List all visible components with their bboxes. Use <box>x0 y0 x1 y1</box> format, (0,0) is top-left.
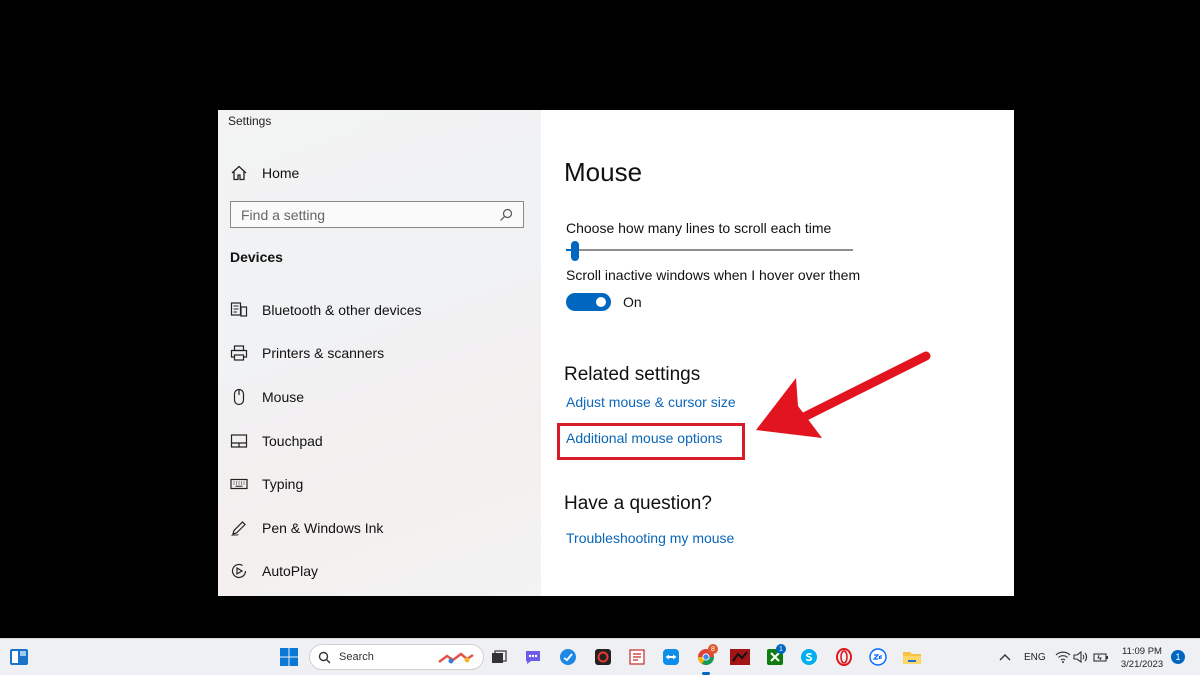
slider-thumb[interactable] <box>571 241 579 261</box>
sidebar-item-pen[interactable]: Pen & Windows Ink <box>218 506 541 550</box>
autoplay-icon <box>231 564 247 579</box>
scroll-lines-slider[interactable] <box>566 241 853 261</box>
sidebar-item-typing[interactable]: Typing <box>218 462 541 506</box>
search-input[interactable] <box>241 206 499 223</box>
app-blue-circle-icon[interactable] <box>557 646 579 668</box>
touchpad-icon <box>230 433 248 448</box>
teamviewer-icon[interactable] <box>660 646 682 668</box>
sidebar-item-label: Mouse <box>262 388 305 405</box>
pen-icon <box>231 520 246 536</box>
clock-date: 3/21/2023 <box>1120 659 1164 670</box>
sidebar-item-label: Typing <box>262 476 304 493</box>
home-nav-item[interactable]: Home <box>230 162 299 184</box>
chevron-up-icon[interactable] <box>994 646 1016 668</box>
bluetooth-devices-icon <box>230 302 248 317</box>
app-document-icon[interactable] <box>626 646 648 668</box>
app-recorder-icon[interactable] <box>592 646 614 668</box>
task-view-icon[interactable] <box>488 646 510 668</box>
volume-icon[interactable] <box>1070 646 1092 668</box>
mouse-icon <box>233 388 245 406</box>
xbox-badge: 1 <box>776 644 786 654</box>
sidebar-item-label: AutoPlay <box>262 563 319 580</box>
battery-icon[interactable] <box>1090 646 1112 668</box>
slider-track <box>566 249 853 251</box>
printer-icon <box>230 345 248 361</box>
zalo-icon[interactable] <box>867 646 889 668</box>
adjust-mouse-cursor-link[interactable]: Adjust mouse & cursor size <box>566 394 736 410</box>
sidebar-nav: Bluetooth & other devices Printers & sca… <box>218 288 541 593</box>
sidebar: Settings Home Devices Bluetooth & other … <box>218 110 541 596</box>
highlight-box <box>557 423 745 460</box>
toggle-state-label: On <box>623 294 642 310</box>
clock-time: 11:09 PM <box>1122 646 1162 657</box>
home-icon <box>231 165 247 181</box>
taskbar: Search 8 1 ENG 11:09 PM 3/21/2023 1 <box>0 638 1200 675</box>
sidebar-item-bluetooth[interactable]: Bluetooth & other devices <box>218 288 541 332</box>
notification-badge[interactable]: 1 <box>1171 650 1185 664</box>
sidebar-item-touchpad[interactable]: Touchpad <box>218 419 541 463</box>
sidebar-item-printers[interactable]: Printers & scanners <box>218 332 541 376</box>
section-title: Devices <box>230 249 283 265</box>
red-arrow-annotation <box>756 351 931 438</box>
search-icon <box>318 651 331 663</box>
skype-icon[interactable] <box>798 646 820 668</box>
sidebar-item-label: Touchpad <box>262 432 323 449</box>
window-title: Settings <box>228 114 272 128</box>
page-title: Mouse <box>564 157 643 187</box>
troubleshooting-link[interactable]: Troubleshooting my mouse <box>566 530 734 546</box>
file-explorer-icon[interactable] <box>901 646 923 668</box>
taskbar-clock[interactable]: 11:09 PM 3/21/2023 <box>1113 645 1171 671</box>
taskbar-search-label: Search <box>339 651 374 663</box>
scroll-inactive-toggle[interactable] <box>566 293 611 311</box>
taskbar-search[interactable]: Search <box>309 644 484 670</box>
related-settings-heading: Related settings <box>564 364 701 385</box>
start-icon[interactable] <box>278 646 300 668</box>
home-label: Home <box>262 165 300 181</box>
app-red-icon[interactable] <box>729 646 751 668</box>
search-icon <box>500 208 513 221</box>
scroll-lines-label: Choose how many lines to scroll each tim… <box>566 220 832 236</box>
sidebar-item-mouse[interactable]: Mouse <box>218 375 541 419</box>
chat-icon[interactable] <box>522 646 544 668</box>
sidebar-item-label: Bluetooth & other devices <box>262 301 422 318</box>
keyboard-icon <box>230 479 248 490</box>
question-heading: Have a question? <box>564 493 712 514</box>
sidebar-item-autoplay[interactable]: AutoPlay <box>218 550 541 594</box>
language-indicator[interactable]: ENG <box>1024 652 1046 663</box>
sidebar-item-label: Printers & scanners <box>262 345 385 362</box>
sidebar-item-label: Pen & Windows Ink <box>262 519 384 536</box>
find-setting-search[interactable] <box>230 201 524 228</box>
scroll-inactive-label: Scroll inactive windows when I hover ove… <box>566 267 861 283</box>
search-highlight-graphic <box>438 652 474 664</box>
chrome-badge: 8 <box>708 644 718 654</box>
opera-icon[interactable] <box>833 646 855 668</box>
widgets-icon[interactable] <box>8 646 30 668</box>
